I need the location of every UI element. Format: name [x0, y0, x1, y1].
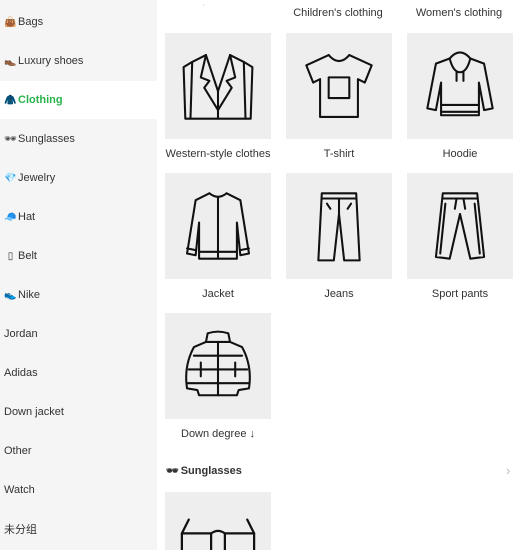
- gem-icon: 💎: [4, 172, 17, 184]
- scrolled-label-fragment: ˊ: [202, 3, 205, 13]
- belt-icon: ▯: [7, 250, 14, 262]
- product-label[interactable]: T-shirt: [286, 148, 392, 160]
- sidebar-item-label: Jordan: [4, 328, 38, 340]
- sidebar-item-label: Watch: [4, 484, 35, 496]
- sidebar-item-luxury-shoes[interactable]: 👞 Luxury shoes: [0, 42, 157, 80]
- product-tile-sport-pants[interactable]: [407, 173, 513, 279]
- sidebar-item-jordan[interactable]: Jordan: [0, 315, 157, 353]
- sunglasses-icon: 🕶: [4, 133, 17, 145]
- sidebar-item-label: Sunglasses: [18, 133, 75, 145]
- sidebar-item-ungrouped[interactable]: 未分组: [0, 510, 157, 548]
- sidebar-item-label: Hat: [18, 211, 36, 223]
- sidebar-item-sunglasses[interactable]: 🕶 Sunglasses: [0, 120, 157, 158]
- cap-icon: 🧢: [4, 211, 17, 223]
- product-tile-hoodie[interactable]: [407, 33, 513, 139]
- bag-icon: 👜: [4, 16, 17, 28]
- down-jacket-icon: [185, 330, 251, 397]
- sidebar-item-label: Belt: [18, 250, 37, 262]
- product-grid: ˊ Children's clothing Women's clothing W…: [157, 0, 520, 550]
- product-label[interactable]: Sport pants: [407, 288, 513, 300]
- sidebar-item-watch[interactable]: Watch: [0, 471, 157, 509]
- sidebar-item-clothing[interactable]: 🧥 Clothing: [0, 81, 157, 119]
- product-label[interactable]: Western-style clothes: [165, 148, 271, 160]
- sport-pants-icon: [434, 192, 486, 260]
- sidebar-item-label: Nike: [18, 289, 41, 301]
- product-label[interactable]: Hoodie: [407, 148, 513, 160]
- sidebar-item-hat[interactable]: 🧢 Hat: [0, 198, 157, 236]
- sidebar-item-nike[interactable]: 👟 Nike: [0, 276, 157, 314]
- sidebar-item-label: Other: [4, 445, 32, 457]
- product-label[interactable]: Jeans: [286, 288, 392, 300]
- bomber-jacket-icon: [186, 192, 250, 260]
- sidebar-item-label: Luxury shoes: [18, 55, 84, 67]
- sidebar-item-label: Bags: [18, 16, 44, 28]
- shoe-icon: 👞: [4, 55, 17, 67]
- product-label[interactable]: Jacket: [165, 288, 271, 300]
- hoodie-icon: [426, 51, 494, 117]
- product-tile-sunglasses[interactable]: [165, 492, 271, 550]
- sidebar-item-adidas[interactable]: Adidas: [0, 354, 157, 392]
- category-sidebar: 👜 Bags 👞 Luxury shoes 🧥 Clothing 🕶 Sungl…: [0, 0, 157, 550]
- sidebar-item-bags[interactable]: 👜 Bags: [0, 3, 157, 41]
- sidebar-item-other[interactable]: Other: [0, 432, 157, 470]
- section-header-sunglasses[interactable]: 🕶 Sunglasses: [166, 465, 242, 477]
- product-tile-jacket[interactable]: [165, 173, 271, 279]
- sidebar-item-label: Jewelry: [18, 172, 56, 184]
- suit-jacket-icon: [182, 54, 254, 120]
- sidebar-item-label: 未分组: [4, 524, 37, 536]
- product-tile-jeans[interactable]: [286, 173, 392, 279]
- sidebar-item-label: Adidas: [4, 367, 38, 379]
- category-label-womens-clothing[interactable]: Women's clothing: [406, 7, 512, 19]
- section-title: Sunglasses: [180, 465, 242, 477]
- jeans-icon: [317, 192, 361, 262]
- sidebar-item-jewelry[interactable]: 💎 Jewelry: [0, 159, 157, 197]
- sneaker-icon: 👟: [4, 289, 17, 301]
- tshirt-icon: [305, 54, 373, 118]
- category-label-childrens-clothing[interactable]: Children's clothing: [285, 7, 391, 19]
- clothing-icon: 🧥: [4, 94, 17, 106]
- sidebar-item-label: Down jacket: [4, 406, 64, 418]
- chevron-right-icon[interactable]: ›: [506, 463, 510, 478]
- glasses-icon: [180, 518, 256, 550]
- sidebar-item-belt[interactable]: ▯ Belt: [0, 237, 157, 275]
- sidebar-item-label: Clothing: [18, 94, 63, 106]
- product-tile-western-style-clothes[interactable]: [165, 33, 271, 139]
- sidebar-item-down-jacket[interactable]: Down jacket: [0, 393, 157, 431]
- product-tile-t-shirt[interactable]: [286, 33, 392, 139]
- product-label[interactable]: Down degree ↓: [165, 428, 271, 440]
- sunglasses-icon: 🕶: [166, 465, 179, 477]
- product-tile-down-jacket[interactable]: [165, 313, 271, 419]
